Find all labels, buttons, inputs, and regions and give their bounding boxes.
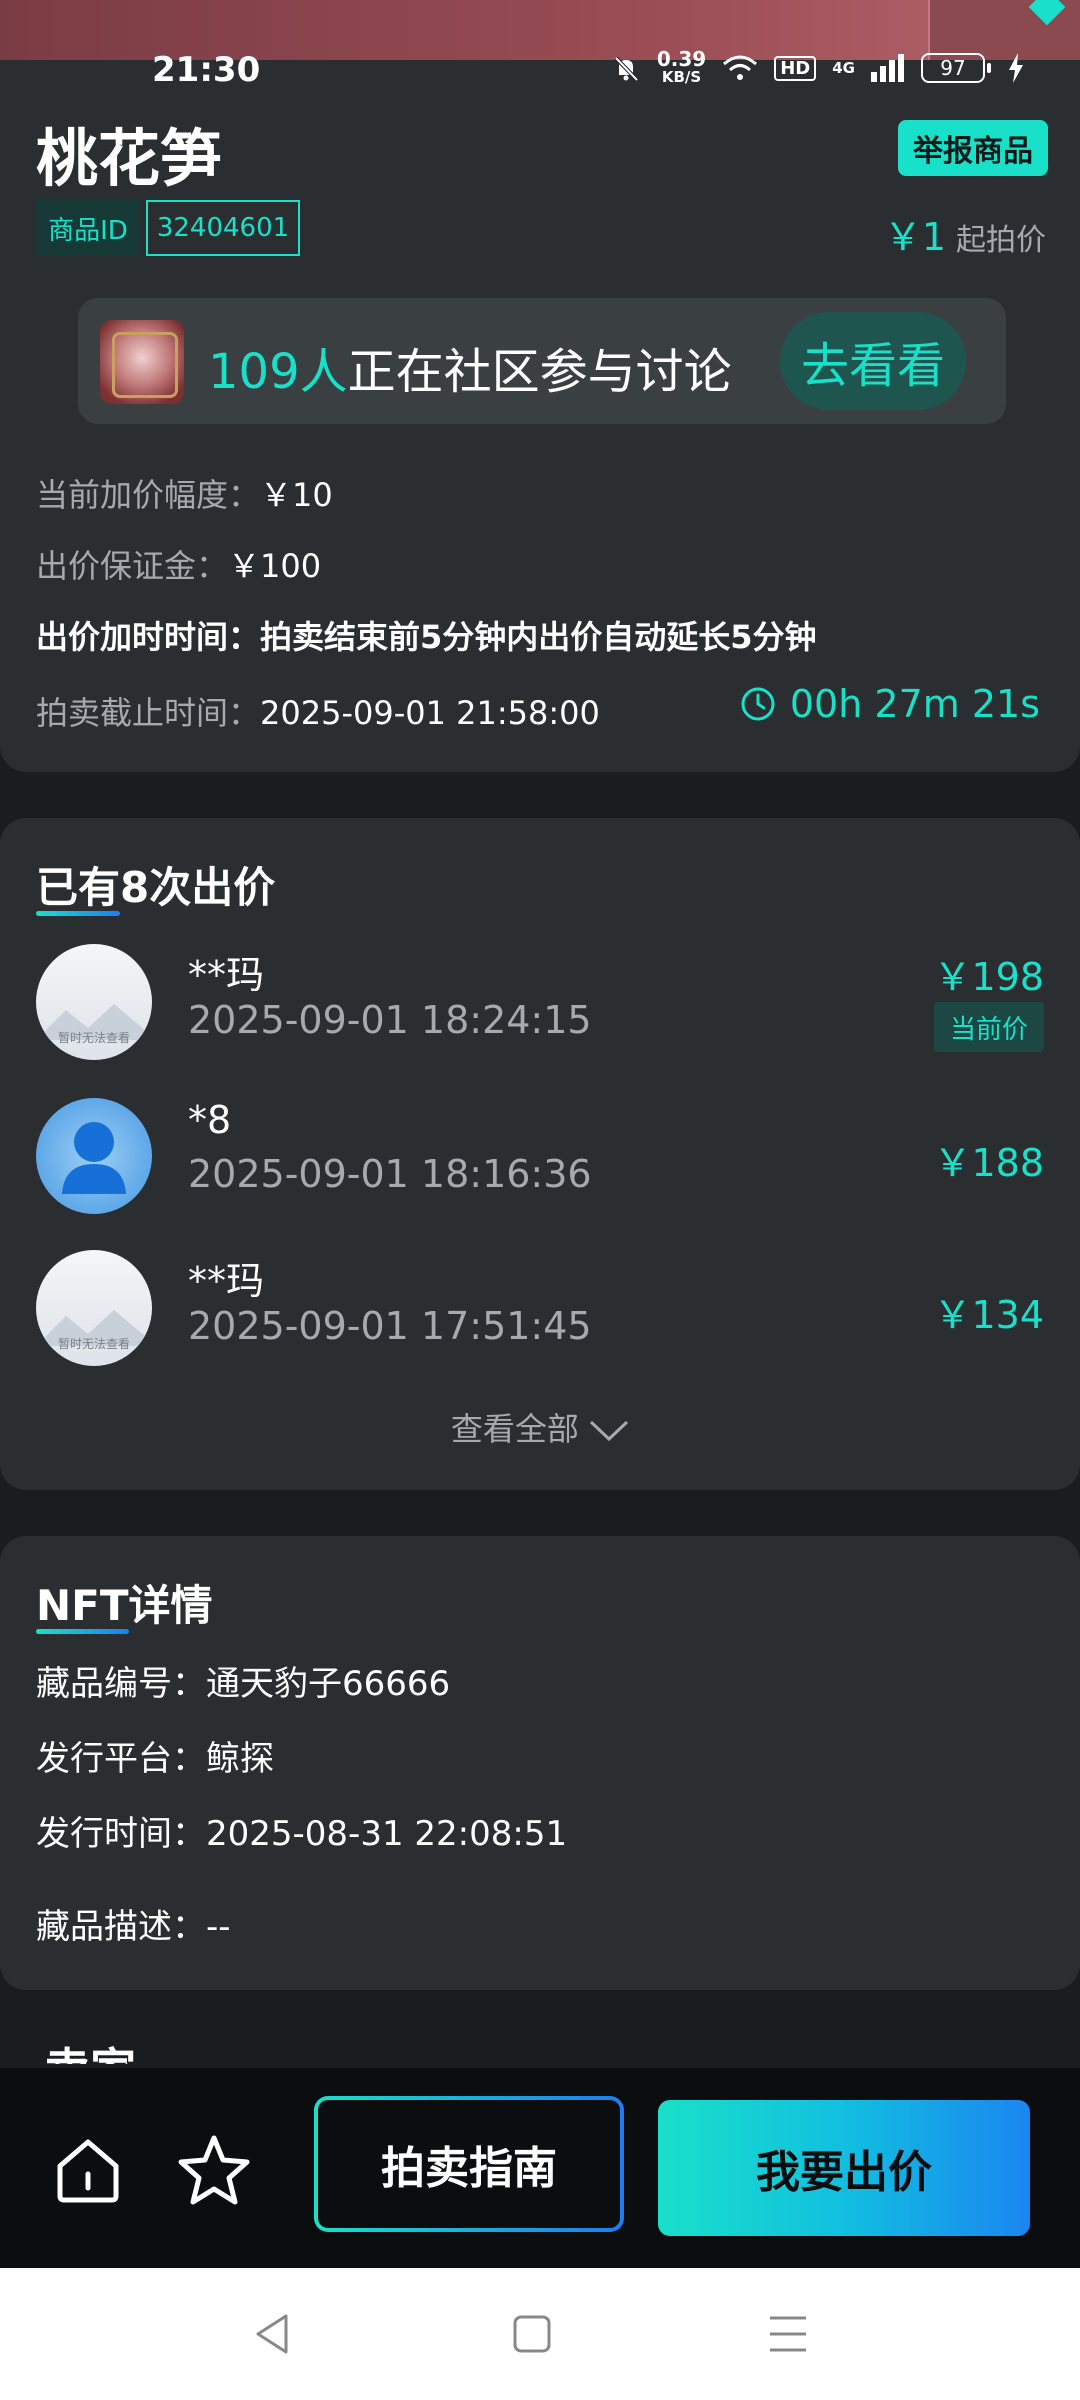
issue-time-value: 2025-08-31 22:08:51 — [206, 1814, 568, 1854]
deadline-label: 拍卖截止时间： — [36, 694, 261, 732]
nft-details-title: NFT详情 — [36, 1572, 213, 1633]
increment-row: 当前加价幅度：￥10 — [36, 470, 333, 516]
deadline-value: 2025-09-01 21:58:00 — [260, 694, 600, 732]
issue-time-label: 发行时间： — [36, 1814, 206, 1854]
nft-title-rest: 详情 — [128, 1581, 213, 1630]
battery-tip — [987, 63, 991, 73]
bidder-name: **玛 — [188, 1259, 265, 1303]
description-value: -- — [206, 1907, 231, 1947]
mute-bell-icon — [614, 56, 639, 82]
avatar-placeholder-text: 暂时无法查看 — [57, 1031, 130, 1045]
serial-row: 藏品编号：通天豹子66666 — [36, 1656, 450, 1705]
go-see-button[interactable]: 去看看 — [780, 312, 966, 410]
clock-icon — [741, 687, 775, 721]
bid-title-prefix: 已有 — [36, 863, 121, 912]
charging-icon — [1009, 53, 1023, 83]
serial-label: 藏品编号： — [36, 1664, 206, 1704]
bid-row: 暂时无法查看 **玛 2025-09-01 17:51:45 ￥134 — [0, 1242, 1080, 1382]
hd-badge: HD — [774, 55, 817, 81]
product-id-value[interactable]: 32404601 — [146, 200, 300, 256]
current-price-badge: 当前价 — [934, 1002, 1044, 1052]
platform-value: 鲸探 — [206, 1739, 274, 1779]
bid-history-title: 已有8次出价 — [36, 854, 275, 915]
status-bar: 21:30 0.39 KB/S HD 4G 97 — [0, 40, 1080, 100]
person-icon — [62, 1122, 126, 1194]
product-title: 桃花笋 — [36, 122, 223, 195]
collectible-thumbnail — [100, 320, 184, 404]
avatar: 暂时无法查看 — [36, 944, 152, 1060]
serial-value: 通天豹子66666 — [206, 1664, 451, 1704]
bidder-name: **玛 — [188, 953, 265, 997]
start-price-amount: ￥1 — [883, 215, 946, 259]
home-icon[interactable] — [48, 2130, 128, 2210]
net-speed-unit: KB/S — [661, 68, 702, 86]
bottom-action-bar: 拍卖指南 我要出价 — [0, 2068, 1080, 2268]
description-label: 藏品描述： — [36, 1907, 206, 1947]
deadline-row: 拍卖截止时间：2025-09-01 21:58:00 — [36, 688, 600, 734]
increment-label: 当前加价幅度： — [36, 476, 261, 514]
bid-title-rest: 8次出价 — [120, 863, 276, 912]
start-price-label: 起拍价 — [956, 223, 1046, 258]
bid-price: ￥198 — [933, 955, 1044, 999]
nft-title-prefix: NFT — [36, 1581, 129, 1630]
battery-level: 97 — [921, 53, 985, 83]
countdown-value: 00h 27m 21s — [789, 682, 1040, 726]
signal-icon — [871, 54, 904, 82]
view-all-bids[interactable]: 查看全部 — [0, 1404, 1080, 1450]
seller-section-title: 卖家 — [44, 2034, 136, 2064]
star-icon[interactable] — [174, 2130, 254, 2210]
avatar: 暂时无法查看 — [36, 1250, 152, 1366]
platform-label: 发行平台： — [36, 1739, 206, 1779]
community-count: 109人 — [208, 344, 348, 400]
chevron-down-icon — [590, 1420, 629, 1442]
community-description: 正在社区参与讨论 — [347, 344, 732, 400]
description-row: 藏品描述：-- — [36, 1899, 231, 1948]
status-time: 21:30 — [152, 50, 261, 90]
system-nav-bar — [0, 2268, 1080, 2400]
deposit-value: ￥100 — [228, 547, 322, 585]
extension-value: 拍卖结束前5分钟内出价自动延长5分钟 — [260, 618, 817, 656]
countdown: 00h 27m 21s — [740, 682, 1040, 726]
increment-value: ￥10 — [260, 476, 333, 514]
bid-time: 2025-09-01 18:24:15 — [188, 998, 592, 1042]
bid-time: 2025-09-01 18:16:36 — [188, 1152, 592, 1196]
platform-row: 发行平台：鲸探 — [36, 1731, 274, 1780]
bid-time: 2025-09-01 17:51:45 — [188, 1304, 592, 1348]
issue-time-row: 发行时间：2025-08-31 22:08:51 — [36, 1806, 567, 1855]
auction-guide-label: 拍卖指南 — [318, 2100, 620, 2228]
community-banner[interactable]: 109人正在社区参与讨论 去看看 — [78, 298, 1006, 424]
product-id-label: 商品ID — [36, 200, 140, 256]
deposit-row: 出价保证金：￥100 — [36, 541, 321, 587]
report-button[interactable]: 举报商品 — [898, 120, 1048, 176]
start-price: ￥1 起拍价 — [884, 206, 1046, 261]
net-speed: 0.39 KB/S — [656, 47, 707, 86]
wifi-icon — [723, 55, 758, 80]
home-nav-icon[interactable] — [512, 2312, 552, 2356]
place-bid-button[interactable]: 我要出价 — [658, 2100, 1030, 2236]
avatar — [36, 1098, 152, 1214]
community-text: 109人正在社区参与讨论 — [208, 332, 732, 402]
bidder-name: *8 — [188, 1098, 232, 1142]
bid-row: 暂时无法查看 **玛 2025-09-01 18:24:15 ￥198 当前价 — [0, 936, 1080, 1076]
avatar-placeholder-text: 暂时无法查看 — [57, 1337, 130, 1351]
bid-price: ￥188 — [933, 1141, 1044, 1185]
battery-indicator: 97 — [921, 53, 991, 83]
network-type: 4G — [832, 59, 855, 77]
extension-row: 出价加时时间：拍卖结束前5分钟内出价自动延长5分钟 — [36, 612, 817, 658]
bid-row: *8 2025-09-01 18:16:36 ￥188 — [0, 1090, 1080, 1230]
back-nav-icon[interactable] — [252, 2312, 292, 2356]
auction-guide-button[interactable]: 拍卖指南 — [314, 2096, 624, 2232]
bid-price: ￥134 — [933, 1293, 1044, 1337]
view-all-label: 查看全部 — [450, 1410, 579, 1448]
deposit-label: 出价保证金： — [36, 547, 229, 585]
status-icons: 0.39 KB/S HD 4G 97 — [611, 47, 1025, 86]
extension-label: 出价加时时间： — [36, 618, 261, 656]
net-speed-value: 0.39 — [656, 47, 707, 71]
menu-nav-icon[interactable] — [768, 2312, 808, 2356]
